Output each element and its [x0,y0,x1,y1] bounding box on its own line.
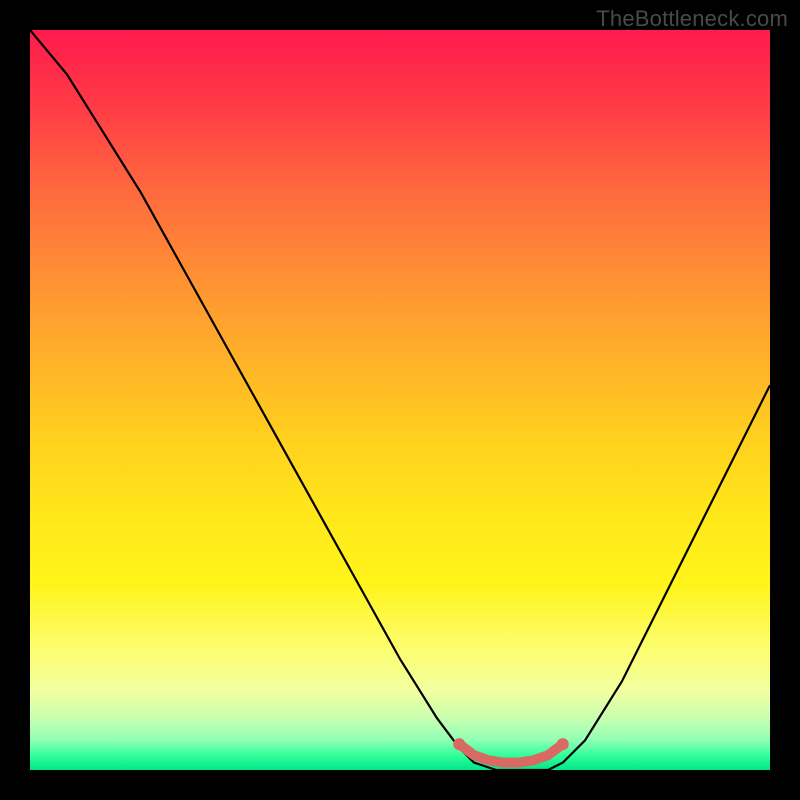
chart-frame: TheBottleneck.com [0,0,800,800]
optimal-range-start-dot [453,738,465,750]
plot-area [30,30,770,770]
bottleneck-curve [30,30,770,770]
curve-layer [30,30,770,770]
optimal-range-end-dot [557,738,569,750]
watermark-text: TheBottleneck.com [596,6,788,32]
optimal-range-marker [459,744,563,763]
